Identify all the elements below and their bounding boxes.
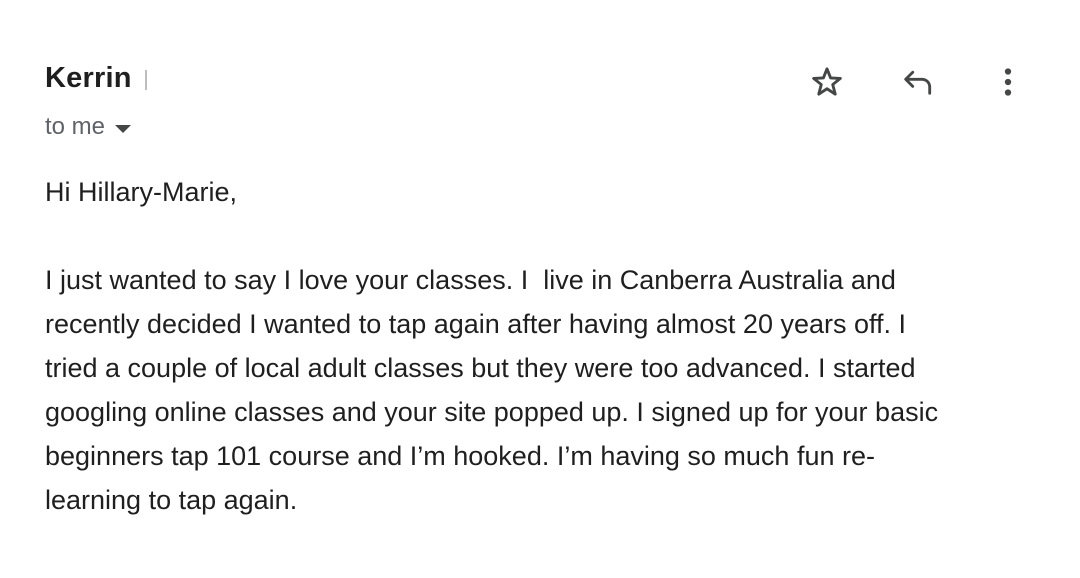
recipient-details-toggle[interactable]: to me bbox=[45, 112, 132, 142]
message-line: tried a couple of local adult classes bu… bbox=[45, 353, 916, 383]
vertical-dots-icon bbox=[1004, 68, 1012, 96]
recipient-label: to me bbox=[45, 113, 106, 140]
reply-button[interactable] bbox=[896, 60, 940, 104]
message-line: googling online classes and your site po… bbox=[45, 397, 939, 427]
star-outline-icon bbox=[812, 67, 842, 96]
email-message-view: Kerrin to me Hi Hillary-Marie, I just wa… bbox=[0, 0, 1080, 578]
message-paragraph: I just wanted to say I love your classes… bbox=[45, 258, 1035, 522]
message-body: Hi Hillary-Marie, I just wanted to say I… bbox=[45, 170, 1035, 522]
message-line: recently decided I wanted to tap again a… bbox=[45, 309, 907, 339]
sender-email-truncated bbox=[145, 70, 147, 90]
star-button[interactable] bbox=[805, 60, 849, 104]
reply-arrow-icon bbox=[904, 70, 932, 95]
message-line: learning to tap again. bbox=[45, 485, 298, 515]
more-options-button[interactable] bbox=[986, 60, 1030, 104]
sender-name[interactable]: Kerrin bbox=[45, 62, 132, 95]
message-greeting: Hi Hillary-Marie, bbox=[45, 177, 238, 207]
caret-down-icon bbox=[115, 124, 132, 133]
message-line: I just wanted to say I love your classes… bbox=[45, 265, 896, 295]
message-line: beginners tap 101 course and I’m hooked.… bbox=[45, 441, 875, 471]
